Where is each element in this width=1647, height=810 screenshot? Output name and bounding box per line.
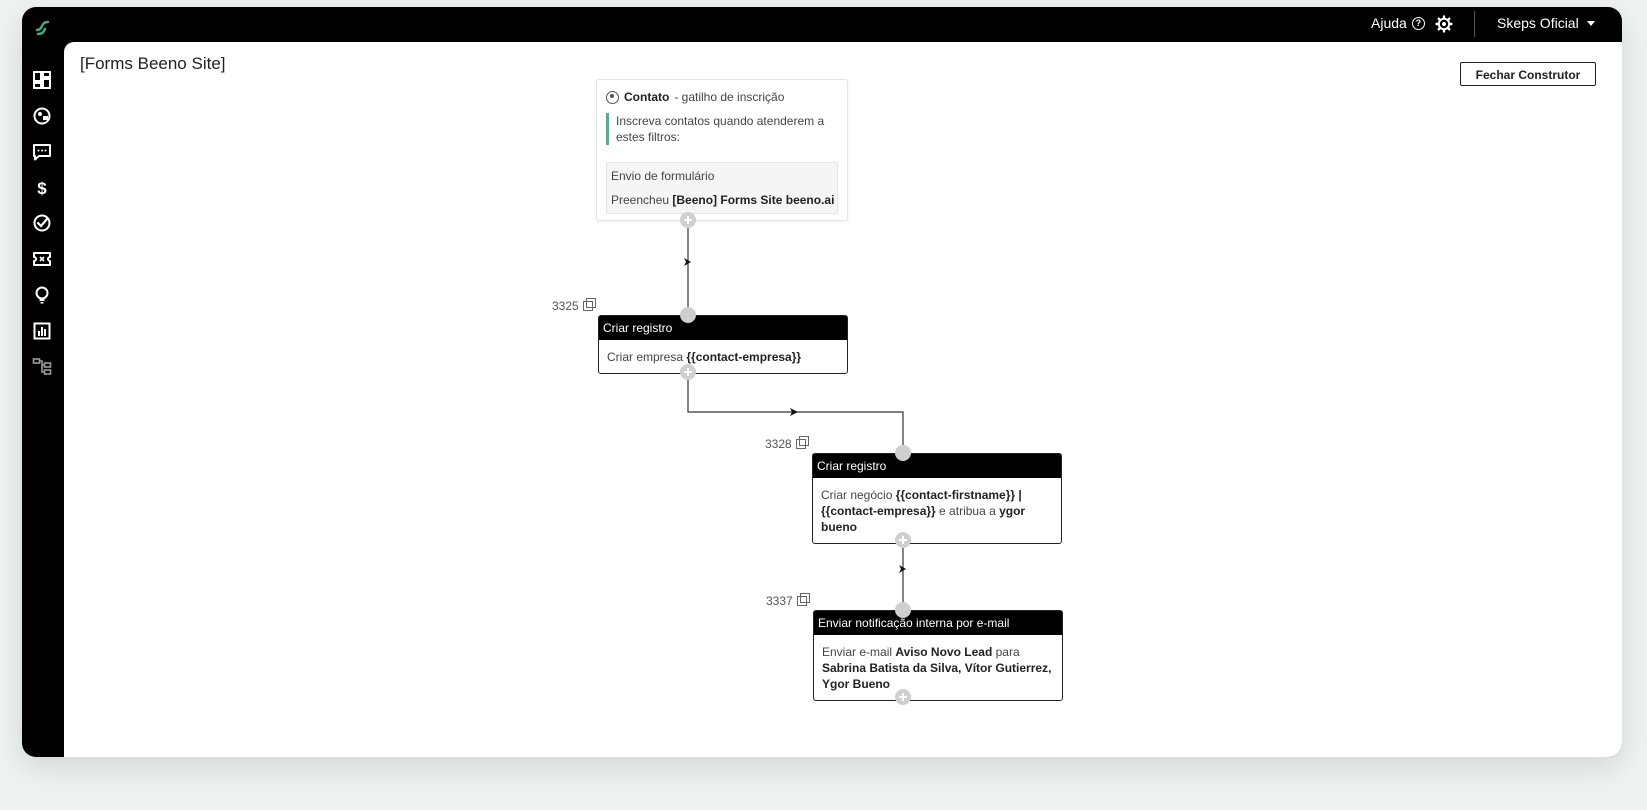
node-text: Criar empresa xyxy=(607,350,687,364)
action-node[interactable]: Criar registro Criar negócio {{contact-f… xyxy=(812,453,1062,544)
filter-prefix: Preencheu xyxy=(611,193,670,207)
contacts-icon[interactable] xyxy=(32,106,52,126)
lightbulb-icon[interactable] xyxy=(32,285,52,305)
workflow-canvas[interactable]: [Forms Beeno Site] Fechar Construtor Con… xyxy=(64,42,1622,757)
ticket-icon[interactable] xyxy=(32,249,52,269)
dollar-glyph: $ xyxy=(37,179,47,198)
filter-condition: Preencheu [Beeno] Forms Site beeno.ai xyxy=(611,193,834,207)
node-text: e atribua a xyxy=(935,504,1000,518)
trigger-suffix: - gatilho de inscrição xyxy=(674,90,785,104)
node-input-port xyxy=(895,445,911,461)
workflow-icon[interactable] xyxy=(32,356,52,376)
app-window: Ajuda ? Skeps Oficial $ [Forms Beeno Sit… xyxy=(22,7,1622,757)
trigger-filter[interactable]: Envio de formulário Preencheu [Beeno] Fo… xyxy=(606,162,838,214)
copy-icon[interactable] xyxy=(796,593,810,606)
gear-icon[interactable] xyxy=(1435,15,1453,33)
node-description: Criar negócio {{contact-firstname}} | {{… xyxy=(813,478,1061,543)
node-id: 3328 xyxy=(765,437,792,451)
node-title: Criar registro xyxy=(599,316,847,340)
dashboard-icon[interactable] xyxy=(32,70,52,90)
caret-down-icon xyxy=(1586,20,1595,26)
help-link[interactable]: Ajuda ? xyxy=(1371,15,1425,31)
node-token: Aviso Novo Lead xyxy=(895,645,993,659)
node-text: Criar negócio xyxy=(821,488,896,502)
node-input-port xyxy=(680,307,696,323)
trigger-description: Inscreva contatos quando atenderem a est… xyxy=(606,113,836,145)
sidebar: $ xyxy=(22,42,64,757)
node-id: 3337 xyxy=(766,594,793,608)
node-token: Sabrina Batista da Silva, Vítor Gutierre… xyxy=(822,661,1052,691)
dollar-icon[interactable]: $ xyxy=(32,178,52,198)
node-token: {{contact-empresa}} xyxy=(686,350,802,364)
chat-icon[interactable] xyxy=(32,142,52,162)
action-node[interactable]: Enviar notificação interna por e-mail En… xyxy=(813,610,1063,701)
copy-icon[interactable] xyxy=(582,298,596,311)
action-node[interactable]: Criar registro Criar empresa {{contact-e… xyxy=(598,315,848,374)
app-logo-icon[interactable] xyxy=(33,17,53,37)
topbar-divider xyxy=(1474,11,1475,37)
reports-icon[interactable] xyxy=(32,321,52,341)
node-title: Criar registro xyxy=(813,454,1061,478)
add-action-button[interactable] xyxy=(895,689,911,705)
tasks-check-icon[interactable] xyxy=(32,213,52,233)
enrollment-trigger-card[interactable]: Contato - gatilho de inscrição Inscreva … xyxy=(596,79,848,221)
node-input-port xyxy=(895,602,911,618)
add-action-button[interactable] xyxy=(680,212,696,228)
add-action-button[interactable] xyxy=(895,532,911,548)
contact-user-icon xyxy=(606,90,619,104)
node-description: Enviar e-mail Aviso Novo Lead para Sabri… xyxy=(814,635,1062,700)
help-circle-icon: ? xyxy=(1411,16,1425,30)
node-id-label: 3325 xyxy=(552,298,596,313)
node-title: Enviar notificação interna por e-mail xyxy=(814,611,1062,635)
node-text: Enviar e-mail xyxy=(822,645,896,659)
account-menu[interactable]: Skeps Oficial xyxy=(1497,15,1595,31)
node-text: para xyxy=(992,645,1020,659)
node-description: Criar empresa {{contact-empresa}} xyxy=(599,340,847,373)
filter-value: [Beeno] Forms Site beeno.ai xyxy=(672,193,835,207)
trigger-object: Contato xyxy=(624,90,670,104)
node-id-label: 3337 xyxy=(766,593,810,608)
node-id-label: 3328 xyxy=(765,436,809,451)
node-id: 3325 xyxy=(552,299,579,313)
help-label: Ajuda xyxy=(1371,15,1407,31)
account-label: Skeps Oficial xyxy=(1497,15,1579,31)
add-action-button[interactable] xyxy=(680,364,696,380)
filter-type: Envio de formulário xyxy=(611,169,715,183)
top-bar: Ajuda ? Skeps Oficial xyxy=(22,7,1622,42)
trigger-header: Contato - gatilho de inscrição xyxy=(606,90,784,104)
copy-icon[interactable] xyxy=(795,436,809,449)
